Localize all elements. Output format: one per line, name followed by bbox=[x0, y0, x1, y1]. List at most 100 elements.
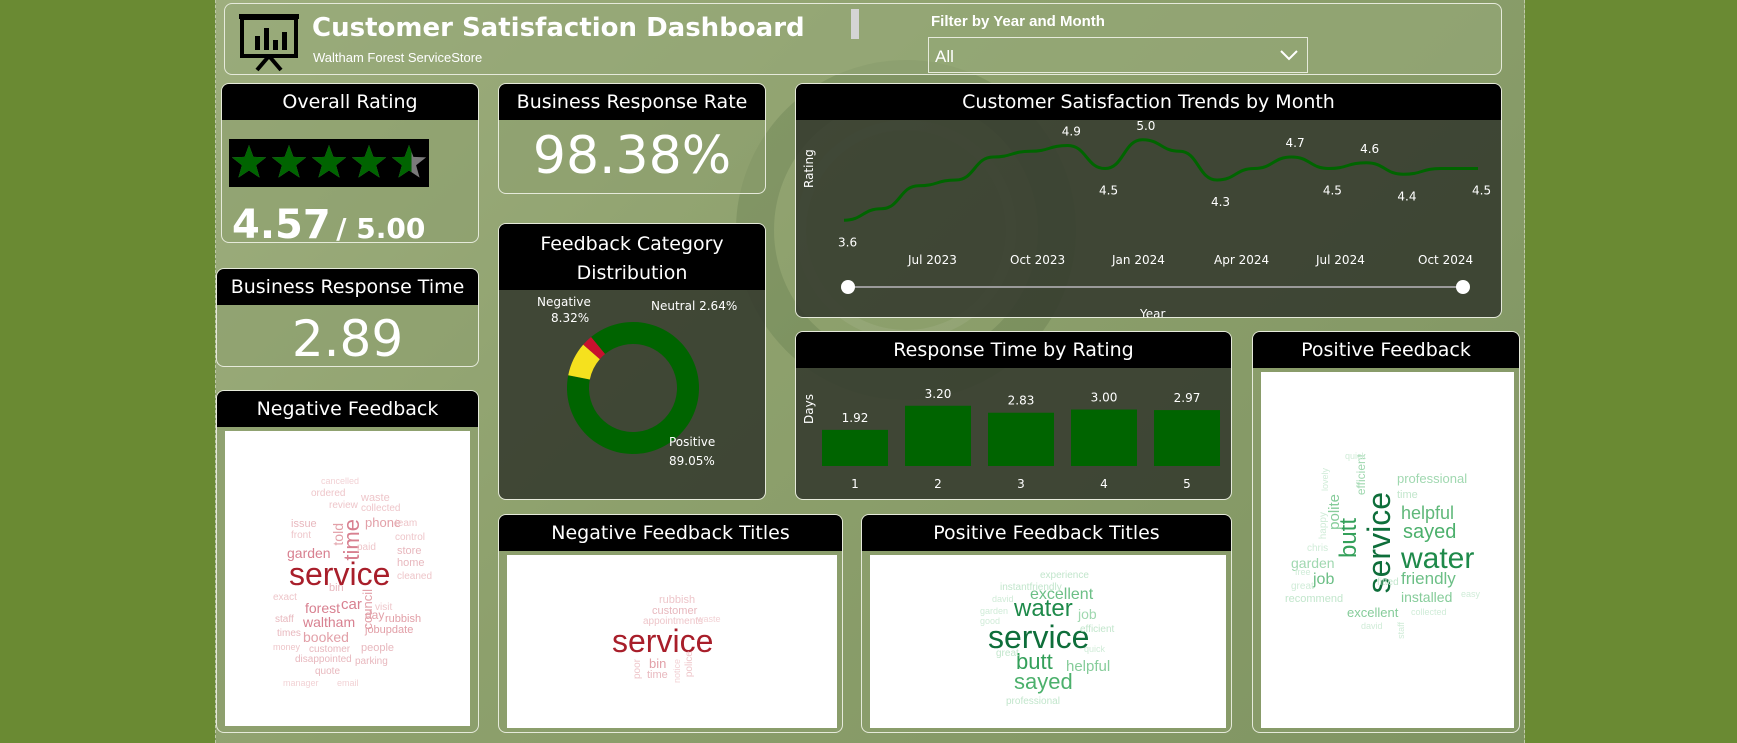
negative-feedback-card: Negative Feedback service time told coun… bbox=[216, 390, 479, 733]
trends-slider-track[interactable] bbox=[848, 286, 1463, 288]
word: excellent bbox=[1347, 605, 1399, 620]
overall-rating-value: 4.57 / 5.00 bbox=[232, 202, 426, 243]
trends-card: Customer Satisfaction Trends by Month 3.… bbox=[795, 83, 1502, 318]
word: cancelled bbox=[321, 476, 360, 486]
word: easy bbox=[1461, 589, 1481, 599]
word: job bbox=[1078, 606, 1097, 622]
positive-titles-card: Positive Feedback Titles service water b… bbox=[861, 514, 1232, 733]
star-filled-icon bbox=[351, 145, 387, 178]
business-response-rate-card: Business Response Rate 98.38% bbox=[498, 83, 766, 194]
bar-rating-3 bbox=[988, 412, 1054, 466]
word: job bbox=[1313, 571, 1335, 588]
page-subtitle: Waltham Forest ServiceStore bbox=[313, 50, 483, 65]
positive-titles-wordcloud: service water butt sayed excellent helpf… bbox=[870, 555, 1226, 728]
bar-rating-2 bbox=[905, 405, 971, 466]
word: paid bbox=[357, 542, 376, 553]
trend-data-label: 4.3 bbox=[1211, 195, 1230, 209]
word: staff bbox=[1396, 622, 1406, 639]
chevron-down-icon bbox=[1280, 50, 1298, 61]
word: chris bbox=[1307, 543, 1329, 554]
negative-feedback-title: Negative Feedback bbox=[217, 391, 478, 427]
positive-feedback-card: Positive Feedback service water butt say… bbox=[1252, 331, 1520, 733]
page-title: Customer Satisfaction Dashboard bbox=[312, 13, 805, 43]
word: control bbox=[395, 532, 426, 543]
word: sayed bbox=[1014, 669, 1073, 694]
bar-value-label: 2.83 bbox=[1008, 394, 1035, 408]
word: professional bbox=[1006, 696, 1060, 707]
word: good bbox=[980, 616, 1001, 626]
star-filled-icon bbox=[231, 145, 267, 178]
trend-line bbox=[843, 138, 1478, 222]
trends-slider-start-handle[interactable] bbox=[841, 280, 855, 294]
word: cleaned bbox=[397, 571, 433, 582]
negative-titles-wordcloud: service rubbish customer appointments bi… bbox=[507, 555, 837, 728]
word: fitted bbox=[1377, 577, 1399, 588]
word: disappointed bbox=[295, 654, 352, 665]
word: helpful bbox=[1401, 503, 1455, 523]
word: efficient bbox=[1080, 624, 1115, 635]
trends-slider-end-handle[interactable] bbox=[1456, 280, 1470, 294]
bar-value-label: 1.92 bbox=[842, 411, 869, 425]
positive-feedback-title: Positive Feedback bbox=[1253, 332, 1519, 368]
bar-value-label: 3.00 bbox=[1091, 391, 1118, 405]
trend-data-label: 4.7 bbox=[1286, 136, 1305, 150]
trend-x-tick: Jul 2023 bbox=[907, 253, 957, 267]
negative-label: Negative bbox=[537, 295, 591, 309]
word: recommend bbox=[1285, 593, 1344, 605]
filter-selected-value: All bbox=[935, 47, 954, 66]
trend-x-tick: Oct 2023 bbox=[1010, 253, 1065, 267]
word: quick bbox=[1084, 644, 1106, 654]
bar-rating-4 bbox=[1071, 409, 1137, 466]
word: david bbox=[1361, 621, 1383, 631]
word: time bbox=[1397, 489, 1418, 501]
word: helpful bbox=[1066, 658, 1111, 675]
word: car bbox=[341, 596, 362, 613]
word: polite bbox=[1326, 494, 1343, 530]
bar-rating-1 bbox=[822, 429, 888, 466]
overall-rating-title: Overall Rating bbox=[222, 84, 478, 120]
word: told bbox=[330, 523, 346, 546]
overall-rating-card: Overall Rating 4.57 / 5.00 bbox=[221, 83, 479, 243]
response-rate-title: Business Response Rate bbox=[499, 84, 765, 120]
trend-data-label: 4.5 bbox=[1472, 184, 1491, 198]
word: free bbox=[1295, 567, 1311, 577]
neutral-label: Neutral 2.64% bbox=[651, 299, 737, 313]
word: happy bbox=[1318, 512, 1329, 540]
business-response-time-card: Business Response Time 2.89 bbox=[216, 268, 479, 367]
trend-data-label: 4.5 bbox=[1323, 184, 1342, 198]
word: experience bbox=[1040, 570, 1089, 581]
word: visit bbox=[375, 602, 393, 613]
distribution-title: Feedback Category Distribution bbox=[499, 224, 765, 290]
word: instantfriendly bbox=[1000, 582, 1062, 593]
word: collected bbox=[1411, 607, 1447, 617]
word: waste bbox=[697, 614, 721, 624]
word: manager bbox=[283, 678, 319, 688]
word: store bbox=[397, 545, 422, 557]
trends-title: Customer Satisfaction Trends by Month bbox=[796, 84, 1501, 120]
feedback-distribution-card: Feedback Category Distribution Negative 8… bbox=[498, 223, 766, 500]
trend-data-label: 4.6 bbox=[1360, 142, 1379, 156]
word: david bbox=[992, 594, 1014, 604]
dashboard-canvas: Customer Satisfaction Dashboard Waltham … bbox=[215, 0, 1525, 743]
header-divider bbox=[851, 9, 859, 39]
word: police bbox=[684, 651, 695, 678]
word: waltham bbox=[303, 614, 356, 630]
trend-data-label: 4.5 bbox=[1099, 184, 1118, 198]
word: quick bbox=[1345, 451, 1367, 461]
response-by-rating-card: Response Time by Rating 1.92 1 3.20 2 2.83 3 3… bbox=[795, 331, 1232, 500]
negative-feedback-wordcloud: service time told council car forest wal… bbox=[225, 431, 470, 726]
word: issue bbox=[291, 518, 317, 530]
word: ordered bbox=[311, 488, 346, 499]
word: exact bbox=[273, 592, 297, 603]
trend-data-label: 3.6 bbox=[838, 235, 857, 249]
trend-data-label: 4.4 bbox=[1397, 189, 1416, 203]
star-filled-icon bbox=[311, 145, 347, 178]
word: review bbox=[329, 500, 358, 511]
year-month-filter-dropdown[interactable]: All bbox=[928, 37, 1308, 73]
word: garden bbox=[980, 606, 1009, 616]
bar-rating-5 bbox=[1154, 410, 1220, 466]
presentation-chart-icon bbox=[239, 14, 299, 72]
word: great bbox=[1291, 581, 1314, 592]
word: service bbox=[612, 623, 714, 659]
bar-y-axis-label: Days bbox=[802, 394, 816, 424]
